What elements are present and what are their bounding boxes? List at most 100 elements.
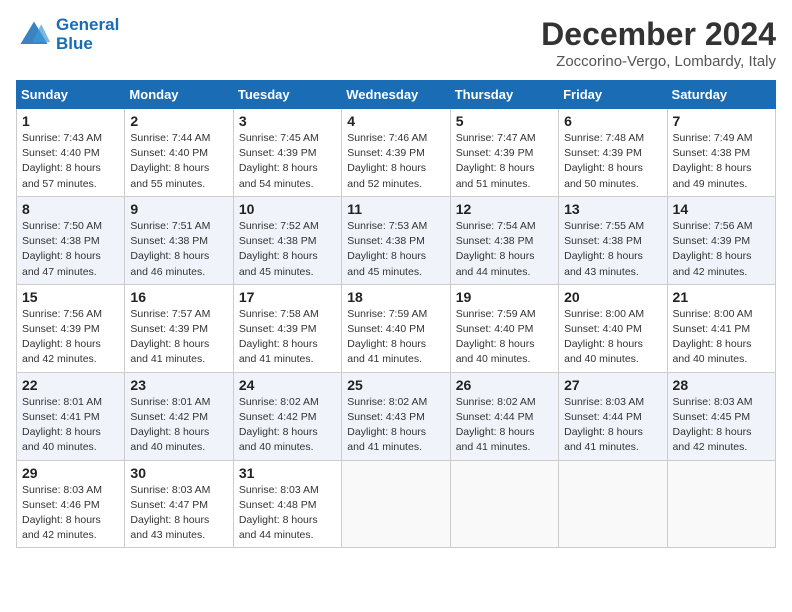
weekday-header-friday: Friday (559, 81, 667, 109)
calendar-cell: 6 Sunrise: 7:48 AMSunset: 4:39 PMDaylight… (559, 109, 667, 197)
day-number: 15 (22, 289, 119, 305)
day-number: 3 (239, 113, 336, 129)
day-info: Sunrise: 8:03 AMSunset: 4:47 PMDaylight:… (130, 483, 227, 544)
calendar-cell: 24 Sunrise: 8:02 AMSunset: 4:42 PMDayligh… (233, 372, 341, 460)
page-header: General Blue December 2024 Zoccorino-Ver… (16, 16, 776, 70)
calendar-cell: 29 Sunrise: 8:03 AMSunset: 4:46 PMDayligh… (17, 460, 125, 548)
day-info: Sunrise: 7:48 AMSunset: 4:39 PMDaylight:… (564, 131, 661, 192)
day-info: Sunrise: 7:59 AMSunset: 4:40 PMDaylight:… (456, 307, 553, 368)
day-info: Sunrise: 7:44 AMSunset: 4:40 PMDaylight:… (130, 131, 227, 192)
location-title: Zoccorino-Vergo, Lombardy, Italy (541, 53, 776, 70)
day-number: 5 (456, 113, 553, 129)
day-number: 17 (239, 289, 336, 305)
day-number: 13 (564, 201, 661, 217)
calendar-cell: 25 Sunrise: 8:02 AMSunset: 4:43 PMDayligh… (342, 372, 450, 460)
calendar-week-5: 29 Sunrise: 8:03 AMSunset: 4:46 PMDayligh… (17, 460, 776, 548)
day-info: Sunrise: 8:03 AMSunset: 4:45 PMDaylight:… (673, 395, 770, 456)
calendar-week-4: 22Sunrise: 8:01 AMSunset: 4:41 PMDayligh… (17, 372, 776, 460)
month-title: December 2024 (541, 16, 776, 53)
day-info: Sunrise: 7:55 AMSunset: 4:38 PMDaylight:… (564, 219, 661, 280)
calendar-cell: 14 Sunrise: 7:56 AMSunset: 4:39 PMDayligh… (667, 196, 775, 284)
calendar-cell: 11Sunrise: 7:53 AMSunset: 4:38 PMDayligh… (342, 196, 450, 284)
calendar-cell: 19 Sunrise: 7:59 AMSunset: 4:40 PMDayligh… (450, 284, 558, 372)
day-number: 14 (673, 201, 770, 217)
day-number: 21 (673, 289, 770, 305)
day-info: Sunrise: 7:59 AMSunset: 4:40 PMDaylight:… (347, 307, 444, 368)
day-info: Sunrise: 8:03 AMSunset: 4:44 PMDaylight:… (564, 395, 661, 456)
calendar-table: SundayMondayTuesdayWednesdayThursdayFrid… (16, 80, 776, 548)
day-info: Sunrise: 8:02 AMSunset: 4:43 PMDaylight:… (347, 395, 444, 456)
day-number: 27 (564, 377, 661, 393)
day-number: 9 (130, 201, 227, 217)
calendar-cell (559, 460, 667, 548)
calendar-cell: 8 Sunrise: 7:50 AMSunset: 4:38 PMDaylight… (17, 196, 125, 284)
calendar-cell: 4 Sunrise: 7:46 AMSunset: 4:39 PMDaylight… (342, 109, 450, 197)
day-info: Sunrise: 7:57 AMSunset: 4:39 PMDaylight:… (130, 307, 227, 368)
calendar-cell (342, 460, 450, 548)
weekday-header-monday: Monday (125, 81, 233, 109)
day-info: Sunrise: 7:45 AMSunset: 4:39 PMDaylight:… (239, 131, 336, 192)
weekday-header-wednesday: Wednesday (342, 81, 450, 109)
calendar-cell: 9 Sunrise: 7:51 AMSunset: 4:38 PMDaylight… (125, 196, 233, 284)
day-number: 12 (456, 201, 553, 217)
day-info: Sunrise: 7:52 AMSunset: 4:38 PMDaylight:… (239, 219, 336, 280)
day-number: 31 (239, 465, 336, 481)
calendar-cell: 3 Sunrise: 7:45 AMSunset: 4:39 PMDaylight… (233, 109, 341, 197)
day-number: 16 (130, 289, 227, 305)
day-number: 24 (239, 377, 336, 393)
calendar-week-2: 8 Sunrise: 7:50 AMSunset: 4:38 PMDaylight… (17, 196, 776, 284)
title-block: December 2024 Zoccorino-Vergo, Lombardy,… (541, 16, 776, 70)
day-info: Sunrise: 7:51 AMSunset: 4:38 PMDaylight:… (130, 219, 227, 280)
calendar-cell: 15 Sunrise: 7:56 AMSunset: 4:39 PMDayligh… (17, 284, 125, 372)
day-number: 25 (347, 377, 444, 393)
day-number: 1 (22, 113, 119, 129)
calendar-cell: 26 Sunrise: 8:02 AMSunset: 4:44 PMDayligh… (450, 372, 558, 460)
calendar-cell: 30 Sunrise: 8:03 AMSunset: 4:47 PMDayligh… (125, 460, 233, 548)
calendar-cell: 12Sunrise: 7:54 AMSunset: 4:38 PMDayligh… (450, 196, 558, 284)
day-info: Sunrise: 7:58 AMSunset: 4:39 PMDaylight:… (239, 307, 336, 368)
weekday-header-sunday: Sunday (17, 81, 125, 109)
day-info: Sunrise: 7:56 AMSunset: 4:39 PMDaylight:… (673, 219, 770, 280)
day-number: 29 (22, 465, 119, 481)
calendar-week-1: 1 Sunrise: 7:43 AMSunset: 4:40 PMDaylight… (17, 109, 776, 197)
calendar-cell (450, 460, 558, 548)
day-info: Sunrise: 8:03 AMSunset: 4:46 PMDaylight:… (22, 483, 119, 544)
day-info: Sunrise: 8:02 AMSunset: 4:42 PMDaylight:… (239, 395, 336, 456)
day-number: 19 (456, 289, 553, 305)
calendar-cell: 31 Sunrise: 8:03 AMSunset: 4:48 PMDayligh… (233, 460, 341, 548)
day-number: 4 (347, 113, 444, 129)
day-info: Sunrise: 7:43 AMSunset: 4:40 PMDaylight:… (22, 131, 119, 192)
calendar-cell: 2Sunrise: 7:44 AMSunset: 4:40 PMDaylight… (125, 109, 233, 197)
day-info: Sunrise: 8:01 AMSunset: 4:42 PMDaylight:… (130, 395, 227, 456)
day-number: 28 (673, 377, 770, 393)
calendar-cell: 20Sunrise: 8:00 AMSunset: 4:40 PMDayligh… (559, 284, 667, 372)
day-info: Sunrise: 7:49 AMSunset: 4:38 PMDaylight:… (673, 131, 770, 192)
day-number: 30 (130, 465, 227, 481)
day-info: Sunrise: 8:00 AMSunset: 4:41 PMDaylight:… (673, 307, 770, 368)
calendar-cell: 17 Sunrise: 7:58 AMSunset: 4:39 PMDayligh… (233, 284, 341, 372)
calendar-header-row: SundayMondayTuesdayWednesdayThursdayFrid… (17, 81, 776, 109)
calendar-cell: 5 Sunrise: 7:47 AMSunset: 4:39 PMDaylight… (450, 109, 558, 197)
calendar-cell: 7 Sunrise: 7:49 AMSunset: 4:38 PMDaylight… (667, 109, 775, 197)
calendar-cell: 16 Sunrise: 7:57 AMSunset: 4:39 PMDayligh… (125, 284, 233, 372)
calendar-week-3: 15 Sunrise: 7:56 AMSunset: 4:39 PMDayligh… (17, 284, 776, 372)
weekday-header-tuesday: Tuesday (233, 81, 341, 109)
day-info: Sunrise: 8:01 AMSunset: 4:41 PMDaylight:… (22, 395, 119, 456)
weekday-header-thursday: Thursday (450, 81, 558, 109)
day-number: 26 (456, 377, 553, 393)
calendar-cell: 1 Sunrise: 7:43 AMSunset: 4:40 PMDaylight… (17, 109, 125, 197)
day-number: 6 (564, 113, 661, 129)
day-info: Sunrise: 8:00 AMSunset: 4:40 PMDaylight:… (564, 307, 661, 368)
calendar-cell: 28 Sunrise: 8:03 AMSunset: 4:45 PMDayligh… (667, 372, 775, 460)
logo: General Blue (16, 16, 119, 53)
day-info: Sunrise: 7:47 AMSunset: 4:39 PMDaylight:… (456, 131, 553, 192)
day-number: 8 (22, 201, 119, 217)
calendar-cell: 18Sunrise: 7:59 AMSunset: 4:40 PMDayligh… (342, 284, 450, 372)
logo-icon (16, 17, 52, 53)
day-info: Sunrise: 8:02 AMSunset: 4:44 PMDaylight:… (456, 395, 553, 456)
day-number: 7 (673, 113, 770, 129)
day-info: Sunrise: 7:50 AMSunset: 4:38 PMDaylight:… (22, 219, 119, 280)
day-info: Sunrise: 7:56 AMSunset: 4:39 PMDaylight:… (22, 307, 119, 368)
day-info: Sunrise: 7:46 AMSunset: 4:39 PMDaylight:… (347, 131, 444, 192)
day-info: Sunrise: 8:03 AMSunset: 4:48 PMDaylight:… (239, 483, 336, 544)
